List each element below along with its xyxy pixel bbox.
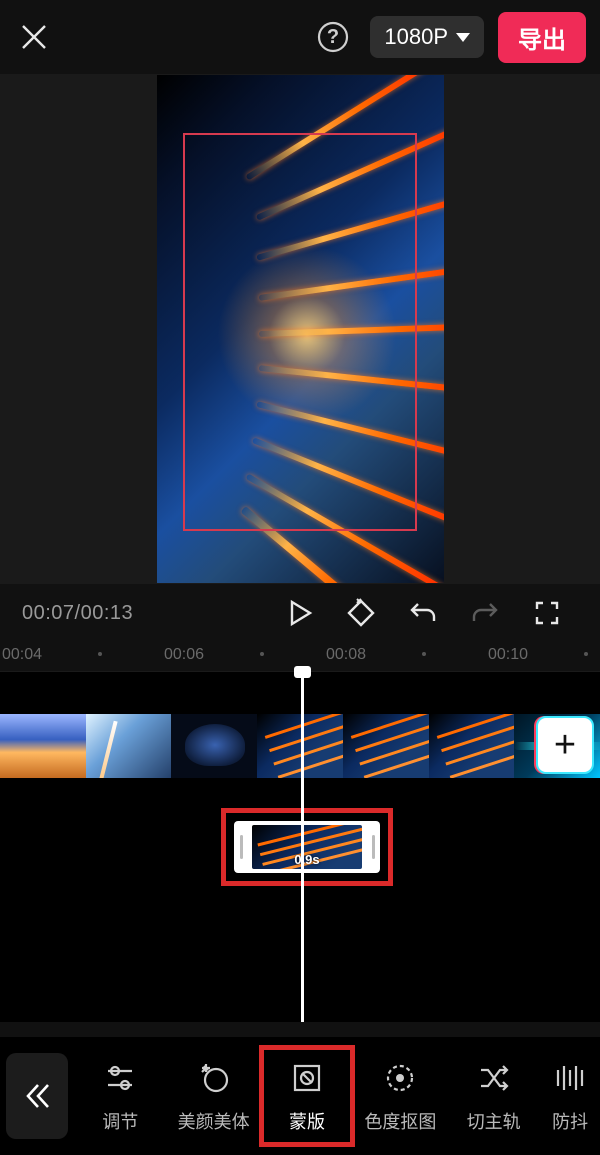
ruler-tick: 00:08 xyxy=(326,646,366,664)
shuffle-icon xyxy=(474,1058,514,1098)
plus-icon: + xyxy=(554,726,576,764)
redo-button xyxy=(460,588,510,638)
timeline[interactable]: + 0.9s xyxy=(0,672,600,1022)
tool-adjust[interactable]: 调节 xyxy=(74,1046,167,1146)
clip-thumb[interactable] xyxy=(86,714,172,778)
keyframe-button[interactable] xyxy=(336,588,386,638)
tool-stabilize[interactable]: 防抖 xyxy=(540,1046,600,1146)
clip-duration-label: 0.9s xyxy=(294,852,319,867)
chevron-down-icon xyxy=(456,33,470,42)
fullscreen-button[interactable] xyxy=(522,588,572,638)
tool-beauty[interactable]: 美颜美体 xyxy=(167,1046,260,1146)
clip-thumb[interactable] xyxy=(0,714,86,778)
ruler-tick: 00:04 xyxy=(2,646,42,664)
svg-text:?: ? xyxy=(327,26,339,48)
tool-maintrack[interactable]: 切主轨 xyxy=(447,1046,540,1146)
undo-button[interactable] xyxy=(398,588,448,638)
clip-thumb[interactable] xyxy=(171,714,257,778)
mask-icon xyxy=(287,1058,327,1098)
tool-chroma[interactable]: 色度抠图 xyxy=(354,1046,447,1146)
sparkle-icon xyxy=(194,1058,234,1098)
clip-thumb[interactable] xyxy=(429,714,515,778)
help-button[interactable]: ? xyxy=(314,18,352,56)
add-clip-button[interactable]: + xyxy=(536,716,594,774)
resolution-label: 1080P xyxy=(384,24,448,50)
clip-thumb[interactable] xyxy=(343,714,429,778)
clip-handle-left[interactable] xyxy=(234,830,248,864)
ruler-tick: 00:06 xyxy=(164,646,204,664)
tool-mask[interactable]: 蒙版 xyxy=(260,1046,353,1146)
chroma-icon xyxy=(380,1058,420,1098)
play-button[interactable] xyxy=(274,588,324,638)
clip-preview: 0.9s xyxy=(252,825,362,869)
crop-box[interactable] xyxy=(183,133,417,531)
collapse-toolbar-button[interactable] xyxy=(6,1053,68,1139)
playhead[interactable] xyxy=(301,672,304,1022)
resolution-selector[interactable]: 1080P xyxy=(370,16,484,58)
stabilize-icon xyxy=(550,1058,590,1098)
selected-clip[interactable]: 0.9s xyxy=(234,821,380,873)
close-button[interactable] xyxy=(14,17,54,57)
ruler-tick: 00:10 xyxy=(488,646,528,664)
clip-handle-right[interactable] xyxy=(366,830,380,864)
selected-clip-highlight: 0.9s xyxy=(221,808,393,886)
timecode-text: 00:07/00:13 xyxy=(22,602,133,625)
video-canvas xyxy=(157,75,444,583)
main-track[interactable] xyxy=(0,714,600,778)
export-button[interactable]: 导出 xyxy=(498,12,586,63)
sliders-icon xyxy=(100,1058,140,1098)
preview-area[interactable] xyxy=(0,74,600,584)
